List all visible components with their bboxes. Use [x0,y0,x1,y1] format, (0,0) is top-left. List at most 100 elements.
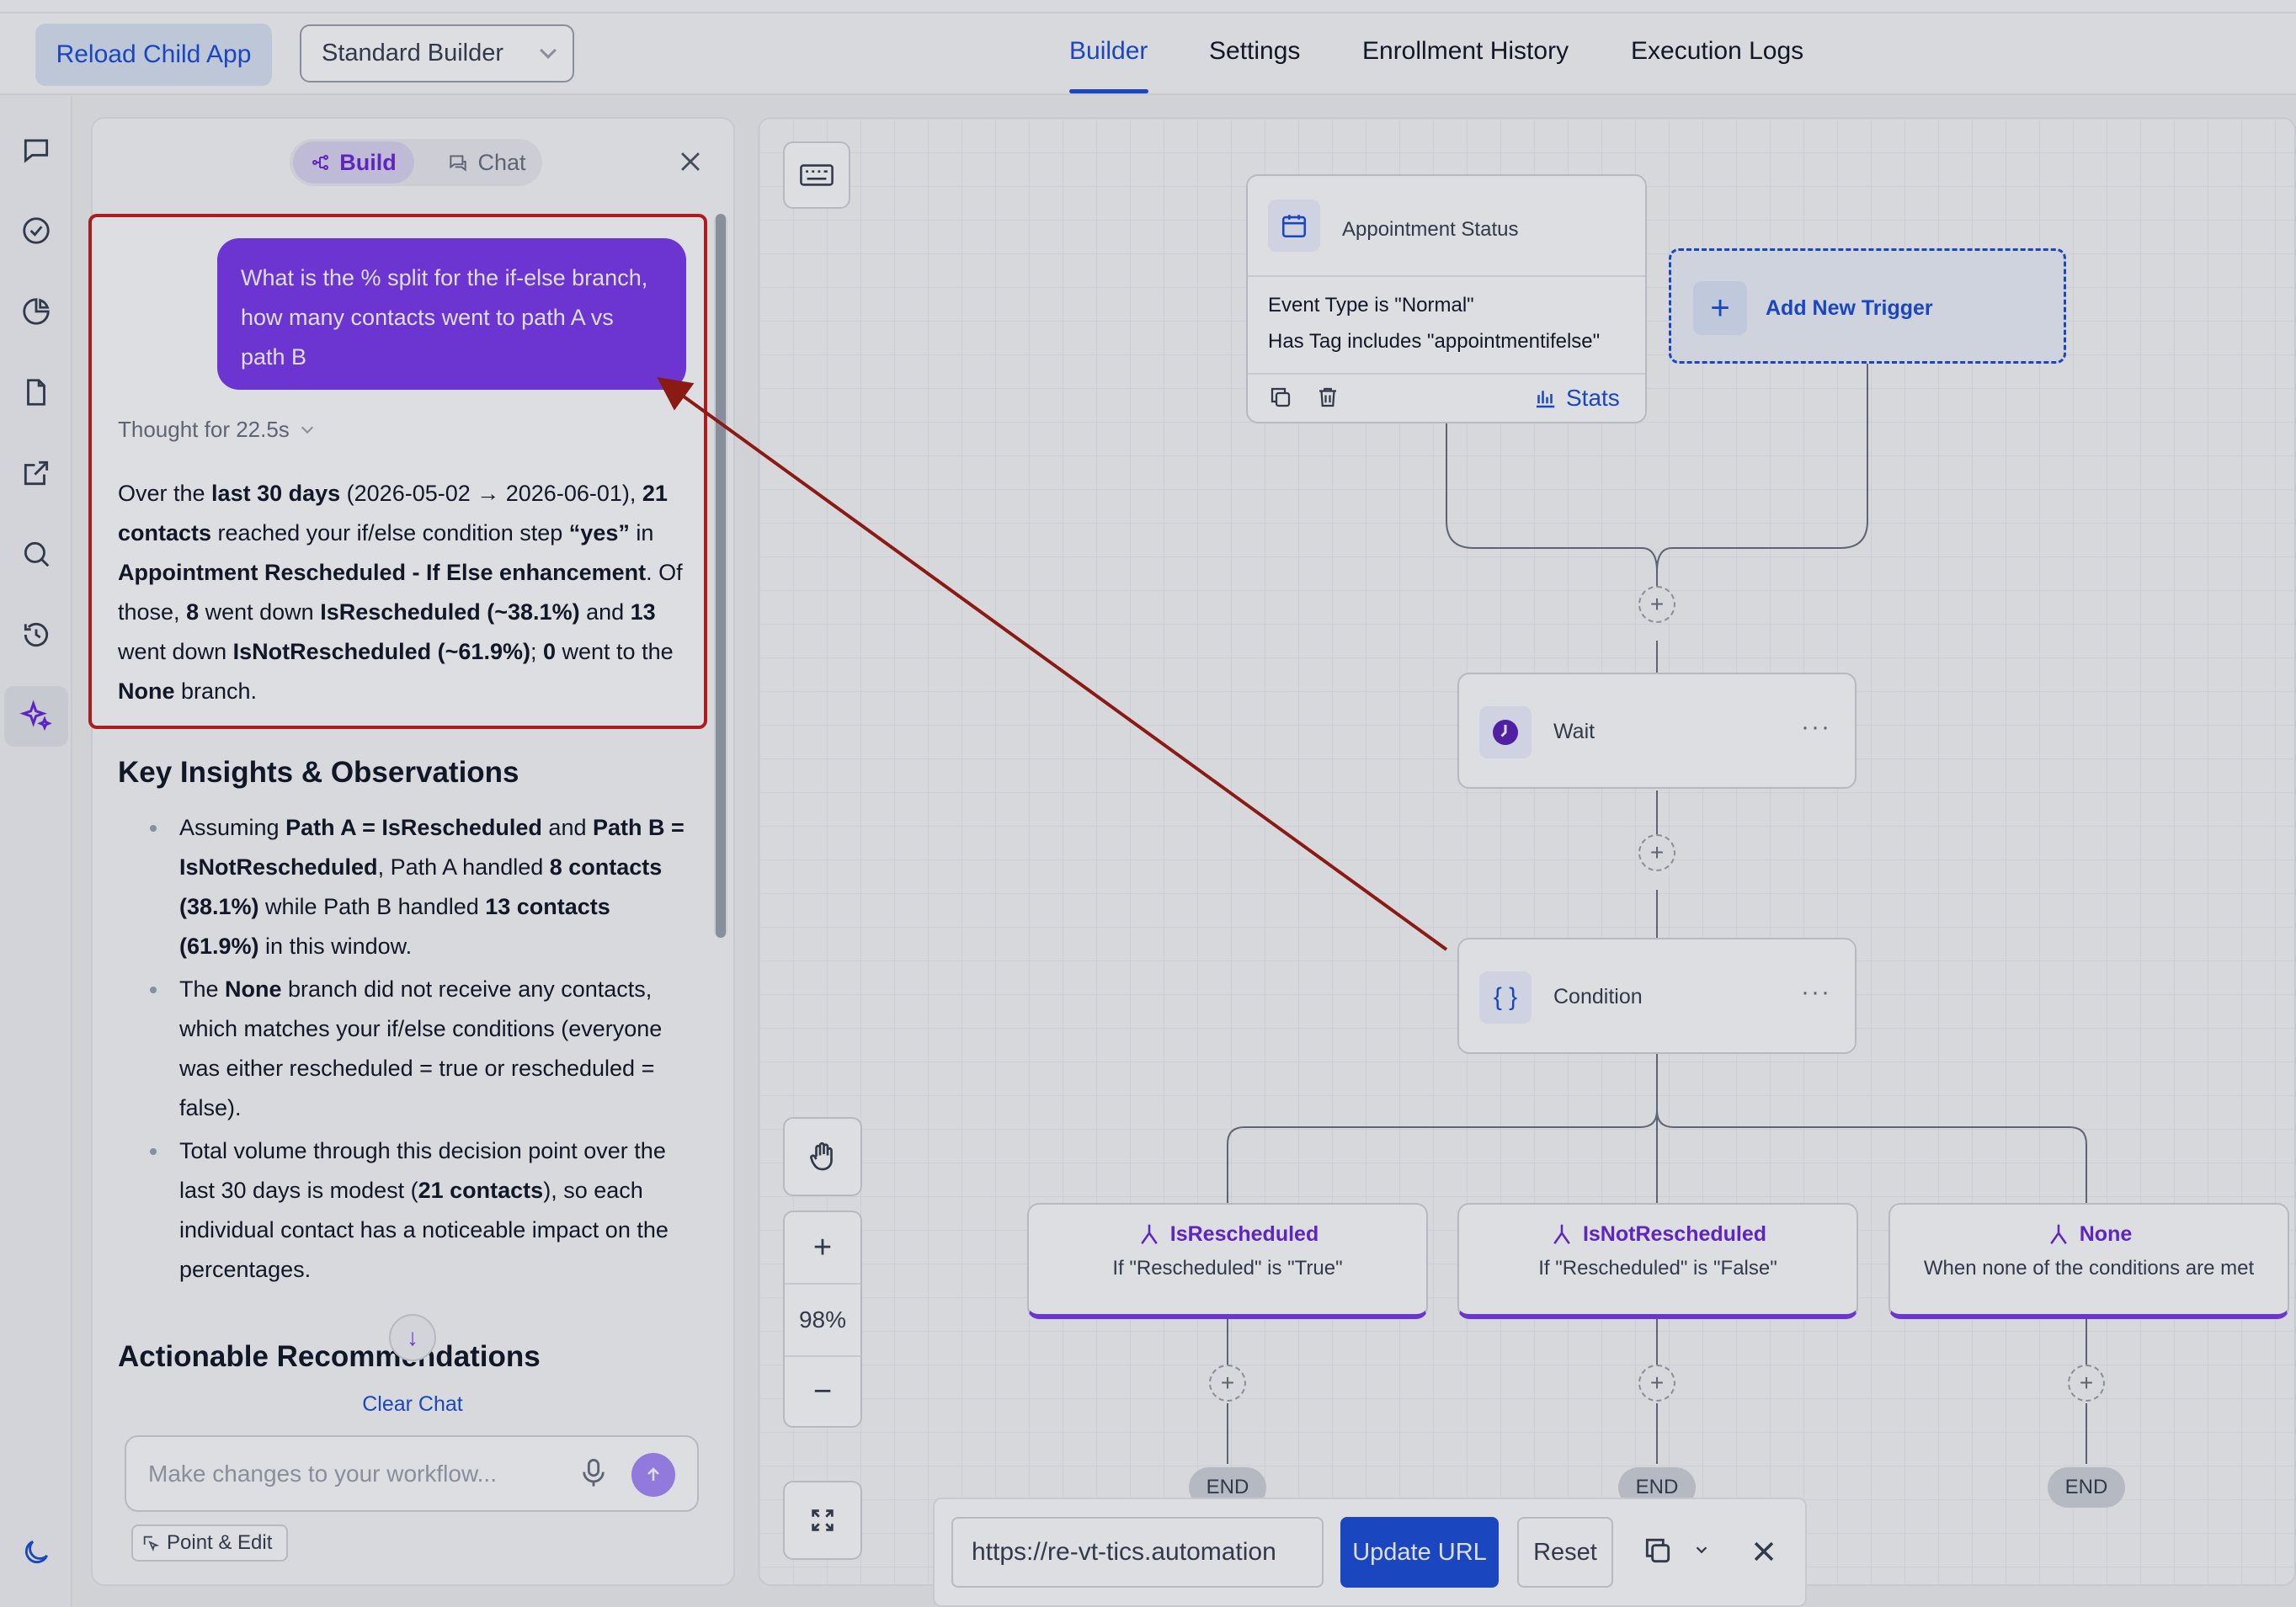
add-step-button[interactable]: + [1638,834,1675,871]
tab-builder[interactable]: Builder [1069,37,1148,66]
zoom-out-button[interactable]: − [785,1357,860,1426]
zoom-in-button[interactable]: + [785,1212,860,1285]
tab-settings[interactable]: Settings [1209,37,1300,66]
builder-select[interactable]: Standard Builder [300,24,574,82]
emphasis-text: 13 [630,599,656,625]
mode-build-label: Build [339,149,397,175]
chat-bubble-icon [450,155,467,172]
scroll-to-bottom-button[interactable]: ↓ [389,1314,436,1361]
add-step-button[interactable]: + [1638,1365,1675,1402]
add-new-trigger[interactable]: + Add New Trigger [1669,248,2066,364]
body-text: went down [199,599,321,625]
mode-build-button[interactable]: Build [293,141,414,184]
sparkles-icon[interactable] [18,698,55,735]
workflow-prompt-input[interactable]: Make changes to your workflow... [125,1435,699,1512]
history-icon[interactable] [18,616,55,653]
insights-list: Assuming Path A = IsRescheduled and Path… [118,808,690,1293]
input-placeholder: Make changes to your workflow... [148,1460,497,1487]
url-input[interactable]: https://re-vt-tics.automation [951,1517,1324,1588]
emphasis-text: 21 contacts [418,1178,544,1203]
emphasis-text: IsRescheduled (~38.1%) [320,599,580,625]
microphone-icon[interactable] [579,1456,608,1494]
branch-isrescheduled[interactable]: IsRescheduled If "Rescheduled" is "True" [1027,1203,1428,1319]
close-panel-icon[interactable] [676,147,705,176]
branch-icon [2049,1224,2067,1244]
branch-isnotrescheduled[interactable]: IsNotRescheduled If "Rescheduled" is "Fa… [1457,1203,1858,1319]
body-text: Assuming [179,815,286,840]
wait-node[interactable]: Wait ··· [1457,673,1857,789]
reload-child-app-button[interactable]: Reload Child App [35,24,272,86]
clear-chat-link[interactable]: Clear Chat [345,1392,480,1417]
copy-icon[interactable] [1268,385,1293,414]
branch-none[interactable]: None When none of the conditions are met [1888,1203,2289,1319]
mode-chat-button[interactable]: Chat [434,141,539,184]
stats-label: Stats [1566,385,1620,411]
chat-icon[interactable] [18,131,55,168]
pan-tool-button[interactable] [783,1117,862,1196]
branch-title: None [2079,1221,2133,1246]
emphasis-text: 8 [186,599,200,625]
body-text: Over the [118,481,212,506]
pie-chart-icon[interactable] [18,293,55,330]
check-circle-icon[interactable] [18,212,55,249]
emphasis-text: None [225,976,282,1002]
chevron-down-icon[interactable] [1692,1540,1711,1563]
reset-button[interactable]: Reset [1517,1517,1613,1588]
copy-icon[interactable] [1642,1535,1674,1571]
add-step-button[interactable]: + [1209,1365,1246,1402]
moon-icon[interactable] [18,1534,55,1571]
bar-chart-icon [1537,391,1555,408]
thought-toggle[interactable]: Thought for 22.5s [118,417,313,443]
more-options-icon[interactable]: ··· [1801,978,1831,1007]
emphasis-text: Path A = IsRescheduled [285,815,542,840]
braces-icon: { } [1479,971,1532,1024]
stats-button[interactable]: Stats [1532,385,1620,412]
fit-view-button[interactable] [783,1481,862,1560]
branch-subtitle: If "Rescheduled" is "False" [1538,1257,1777,1280]
thought-label: Thought for 22.5s [118,417,290,442]
trash-icon[interactable] [1315,385,1340,414]
tab-enrollment-history[interactable]: Enrollment History [1362,37,1569,66]
assistant-answer: Over the last 30 days (2026-05-02 → 2026… [118,474,690,711]
trigger-node[interactable]: Appointment Status Event Type is "Normal… [1246,174,1647,423]
body-text: branch. [174,678,258,704]
url-value: https://re-vt-tics.automation [972,1538,1276,1566]
search-icon[interactable] [18,535,55,572]
tab-execution-logs[interactable]: Execution Logs [1631,37,1803,66]
more-options-icon[interactable]: ··· [1801,713,1831,742]
builder-select-value: Standard Builder [322,40,504,67]
body-text: went to the [556,639,674,664]
send-button[interactable] [631,1453,675,1497]
emphasis-text: last 30 days [211,481,341,506]
emphasis-text: “yes” [568,520,630,545]
branch-title: IsNotRescheduled [1582,1221,1767,1246]
emphasis-text: None [118,678,175,704]
branch-title: IsRescheduled [1169,1221,1319,1246]
add-step-button[interactable]: + [1638,586,1675,623]
condition-node[interactable]: { } Condition ··· [1457,938,1857,1054]
close-url-bar-icon[interactable] [1750,1537,1778,1570]
list-item: The None branch did not receive any cont… [118,970,690,1128]
body-text: and [541,815,593,840]
point-and-edit-button[interactable]: Point & Edit [131,1525,288,1562]
body-text: The [179,976,226,1002]
document-icon[interactable] [18,374,55,411]
point-edit-label: Point & Edit [167,1531,273,1554]
keyboard-shortcuts-button[interactable] [783,141,850,209]
add-step-button[interactable]: + [2068,1365,2105,1402]
trigger-filter: Has Tag includes "appointmentifelse" [1268,330,1601,353]
cursor-box-icon [143,1535,160,1552]
chat-scrollbar-thumb[interactable] [716,214,726,938]
zoom-controls: + 98% − [783,1211,862,1428]
divider [1248,275,1645,277]
body-text: , Path A handled [377,854,550,880]
branch-icon [1140,1224,1158,1244]
trigger-filter: Event Type is "Normal" [1268,294,1474,317]
list-item: Assuming Path A = IsRescheduled and Path… [118,808,690,966]
update-url-button[interactable]: Update URL [1340,1517,1499,1588]
branch-subtitle: If "Rescheduled" is "True" [1112,1257,1343,1280]
body-text: ; [530,639,543,664]
external-link-icon[interactable] [18,455,55,492]
branch-subtitle: When none of the conditions are met [1923,1257,2255,1280]
body-text: and [579,599,631,625]
